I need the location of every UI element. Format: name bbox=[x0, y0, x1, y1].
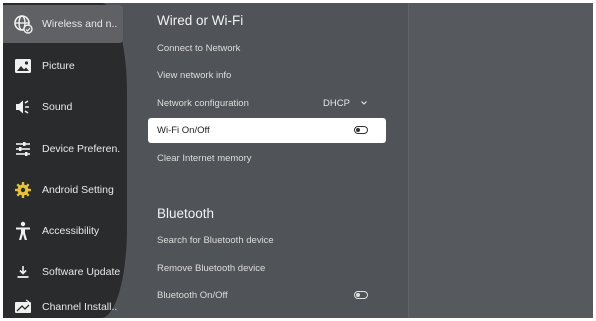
remove-bluetooth-device-item[interactable]: Remove Bluetooth device bbox=[148, 256, 386, 281]
sidebar-item-label: Wireless and n.. bbox=[42, 18, 118, 30]
tv-settings-screen: Wireless and n.. Picture Sound Device Pr… bbox=[3, 3, 593, 318]
sidebar-item-label: Device Preferen.. bbox=[42, 143, 121, 155]
wifi-on-off-item[interactable]: Wi-Fi On/Off bbox=[148, 118, 386, 143]
chevron-down-icon bbox=[361, 101, 367, 105]
wifi-toggle[interactable] bbox=[354, 126, 368, 134]
item-label: Connect to Network bbox=[157, 43, 241, 54]
item-label: Search for Bluetooth device bbox=[157, 235, 274, 246]
picture-icon bbox=[13, 56, 33, 76]
network-configuration-value: DHCP bbox=[323, 98, 350, 109]
section-title-wired: Wired or Wi-Fi bbox=[157, 13, 244, 28]
section-title-bluetooth: Bluetooth bbox=[157, 206, 215, 221]
item-label: Wi-Fi On/Off bbox=[157, 125, 210, 136]
detail-pane bbox=[408, 3, 593, 318]
sidebar-item-label: Software Update bbox=[42, 266, 121, 278]
sidebar-item-picture[interactable]: Picture bbox=[3, 47, 121, 85]
tv-antenna-icon bbox=[13, 297, 33, 317]
view-network-info-item[interactable]: View network info bbox=[148, 63, 386, 88]
sidebar-item-label: Sound bbox=[42, 101, 73, 113]
sidebar-item-label: Accessibility bbox=[42, 225, 100, 237]
sidebar-item-channel-install[interactable]: Channel Install.. bbox=[3, 288, 121, 318]
sidebar-item-software-update[interactable]: Software Update bbox=[3, 253, 121, 291]
settings-panel: Wired or Wi-Fi Connect to Network View n… bbox=[148, 3, 408, 318]
sidebar-item-android-setting[interactable]: Android Setting bbox=[3, 171, 121, 209]
clear-internet-memory-item[interactable]: Clear Internet memory bbox=[148, 146, 386, 171]
sidebar-item-label: Android Setting bbox=[42, 184, 114, 196]
gear-icon bbox=[13, 180, 33, 200]
speaker-icon bbox=[13, 97, 33, 117]
sidebar-item-sound[interactable]: Sound bbox=[3, 88, 121, 126]
sidebar-item-accessibility[interactable]: Accessibility bbox=[3, 212, 121, 250]
bluetooth-toggle[interactable] bbox=[354, 291, 368, 299]
sidebar-item-device-preferences[interactable]: Device Preferen.. bbox=[3, 130, 121, 168]
sidebar-item-wireless[interactable]: Wireless and n.. bbox=[3, 5, 123, 43]
item-label: Bluetooth On/Off bbox=[157, 290, 228, 301]
connect-to-network-item[interactable]: Connect to Network bbox=[148, 36, 386, 61]
download-icon bbox=[13, 262, 33, 282]
item-label: Remove Bluetooth device bbox=[157, 263, 266, 274]
search-bluetooth-device-item[interactable]: Search for Bluetooth device bbox=[148, 228, 386, 253]
accessibility-person-icon bbox=[13, 221, 33, 241]
sidebar-item-label: Picture bbox=[42, 60, 75, 72]
network-configuration-item[interactable]: Network configuration DHCP bbox=[148, 91, 386, 116]
bluetooth-on-off-item[interactable]: Bluetooth On/Off bbox=[148, 283, 386, 308]
globe-network-icon bbox=[13, 14, 33, 34]
item-label: Network configuration bbox=[157, 98, 249, 109]
sliders-icon bbox=[13, 139, 33, 159]
settings-sidebar: Wireless and n.. Picture Sound Device Pr… bbox=[3, 3, 127, 318]
item-label: Clear Internet memory bbox=[157, 153, 252, 164]
item-label: View network info bbox=[157, 70, 232, 81]
sidebar-item-label: Channel Install.. bbox=[42, 301, 118, 313]
